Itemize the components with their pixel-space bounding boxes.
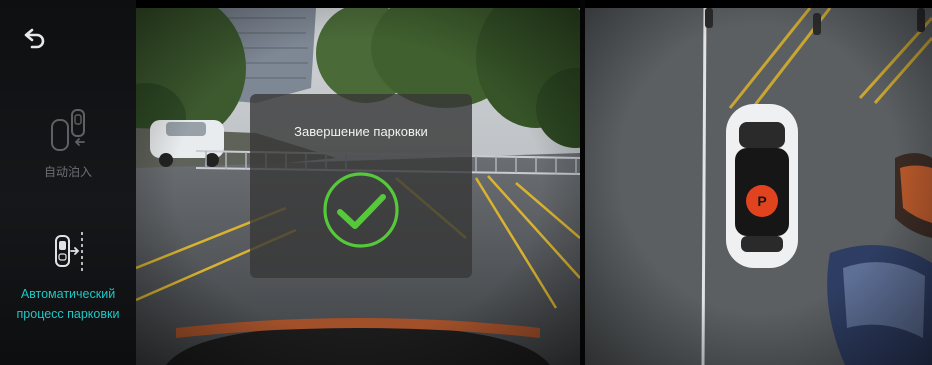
parking-complete-dialog: Завершение парковки bbox=[250, 94, 472, 278]
mode-auto-park-in[interactable]: 自动泊入 bbox=[0, 108, 136, 181]
checkmark-circle-icon bbox=[323, 172, 399, 248]
back-arrow-icon bbox=[24, 28, 45, 49]
back-button[interactable] bbox=[18, 22, 52, 56]
mode-auto-park-in-label: 自动泊入 bbox=[43, 165, 92, 179]
auto-park-in-icon bbox=[51, 109, 85, 151]
mode-parking-process-label-line2: процесс парковки bbox=[16, 307, 120, 321]
sidebar: 自动泊入 Автоматический процесс парковки bbox=[0, 0, 136, 365]
parking-process-icon bbox=[55, 232, 83, 274]
parking-screen: 自动泊入 Автоматический процесс парковки Зав… bbox=[0, 0, 932, 365]
mode-parking-process-label-line1: Автоматический bbox=[20, 287, 116, 301]
surround-view: P bbox=[585, 8, 932, 365]
parking-complete-title: Завершение парковки bbox=[294, 124, 428, 139]
mode-parking-process[interactable]: Автоматический процесс парковки bbox=[0, 230, 136, 324]
mode-parking-process-label: Автоматический процесс парковки bbox=[0, 284, 136, 324]
